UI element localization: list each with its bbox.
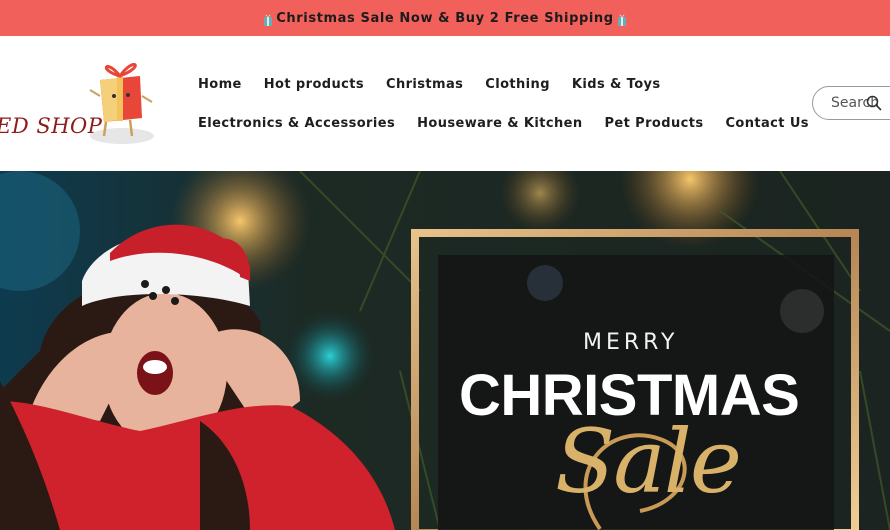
nav-item-christmas[interactable]: Christmas <box>386 74 463 96</box>
nav-item-houseware[interactable]: Houseware & Kitchen <box>417 113 582 135</box>
nav-row-secondary: Electronics & Accessories Houseware & Ki… <box>198 113 809 135</box>
search-icon[interactable] <box>866 95 882 111</box>
search-box[interactable] <box>812 86 890 120</box>
nav-item-clothing[interactable]: Clothing <box>485 74 550 96</box>
gift-icon <box>263 13 273 26</box>
hero-banner[interactable]: MERRY CHRISTMAS Sale <box>0 171 890 530</box>
nav-item-pet-products[interactable]: Pet Products <box>604 113 703 135</box>
hero-merry-text: MERRY <box>583 330 679 355</box>
hero-image <box>0 171 890 530</box>
announcement-text: Christmas Sale Now & Buy 2 Free Shipping <box>276 10 614 26</box>
gift-box-icon <box>89 62 154 144</box>
nav-item-kids-toys[interactable]: Kids & Toys <box>572 74 661 96</box>
gift-icon <box>617 13 627 26</box>
announcement-bar: Christmas Sale Now & Buy 2 Free Shipping <box>0 0 890 36</box>
nav-item-home[interactable]: Home <box>198 74 242 96</box>
nav-item-hot-products[interactable]: Hot products <box>264 74 364 96</box>
hero-sale-text: Sale <box>555 410 742 513</box>
site-logo[interactable]: ED SHOP <box>0 56 170 166</box>
nav-item-contact-us[interactable]: Contact Us <box>725 113 808 135</box>
site-header: ED SHOP Home Hot products Christmas Clot… <box>0 36 890 171</box>
main-navigation: Home Hot products Christmas Clothing Kid… <box>198 74 809 152</box>
nav-row-primary: Home Hot products Christmas Clothing Kid… <box>198 74 778 96</box>
nav-item-electronics[interactable]: Electronics & Accessories <box>198 113 395 135</box>
